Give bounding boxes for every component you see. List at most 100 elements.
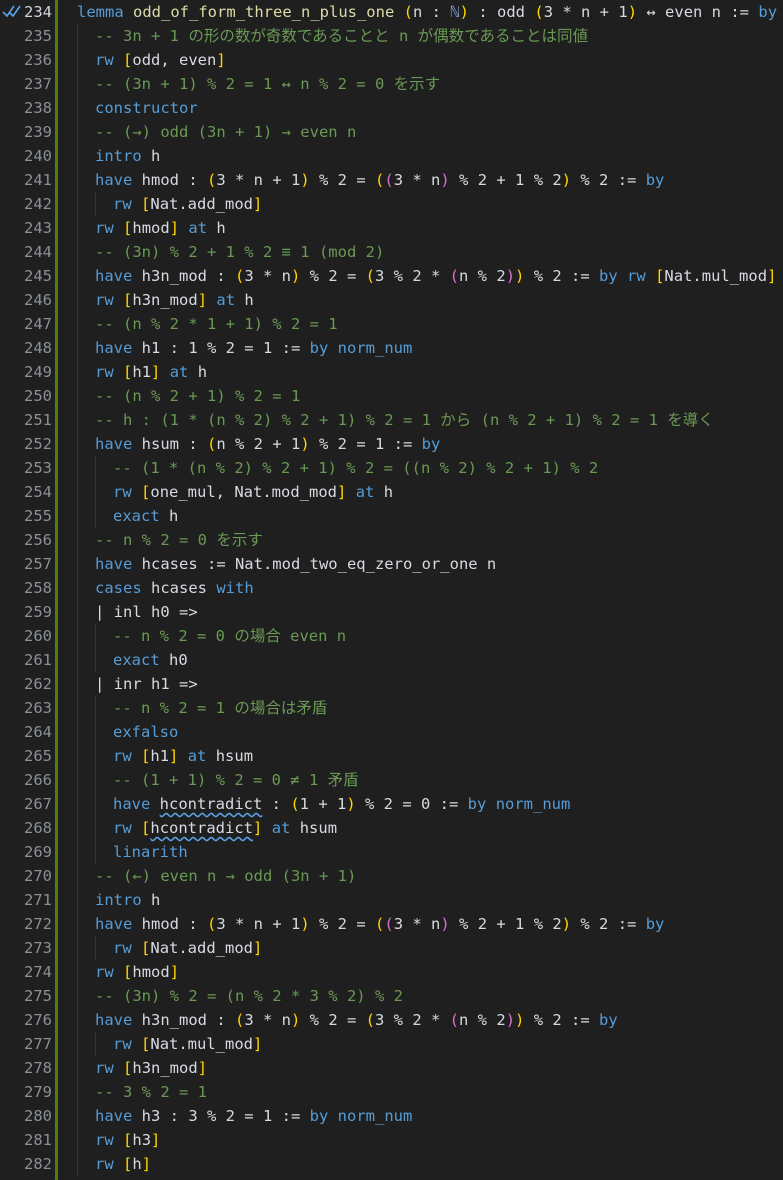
code-line[interactable]: 249 rw [h1] at h [0,360,783,384]
code-line[interactable]: 236 rw [odd, even] [0,48,783,72]
code-line[interactable]: 248 have h1 : 1 % 2 = 1 := by norm_num [0,336,783,360]
code-line[interactable]: 281 rw [h3] [0,1128,783,1152]
code-line[interactable]: 257 have hcases := Nat.mod_two_eq_zero_or… [0,552,783,576]
keyword-token: rw [113,939,132,957]
code-line[interactable]: 256 -- n % 2 = 0 を示す [0,528,783,552]
comment-token: -- (→) odd (3n + 1) → even n [95,123,357,141]
code-line[interactable]: 253 -- (1 * (n % 2) % 2 + 1) % 2 = ((n % … [0,456,783,480]
line-number: 250 [24,387,52,405]
code-line[interactable]: 276 have h3n_mod : (3 * n) % 2 = (3 % 2 *… [0,1008,783,1032]
code-line[interactable]: 277 rw [Nat.mul_mod] [0,1032,783,1056]
code-line[interactable]: 268 rw [hcontradict] at hsum [0,816,783,840]
keyword-token: by [599,1011,618,1029]
code-line[interactable]: 243 rw [hmod] at h [0,216,783,240]
code-line[interactable]: 259 | inl h0 => [0,600,783,624]
indent-guide [77,1008,78,1032]
code-line[interactable]: 279 -- 3 % 2 = 1 [0,1080,783,1104]
indent-guide [77,192,78,216]
code-editor[interactable]: 234 lemma odd_of_form_three_n_plus_one (n… [0,0,783,1180]
code-line[interactable]: 245 have h3n_mod : (3 * n) % 2 = (3 % 2 *… [0,264,783,288]
line-number: 252 [24,435,52,453]
code-line[interactable]: 252 have hsum : (n % 2 + 1) % 2 = 1 := by [0,432,783,456]
code-token: ( [365,1011,376,1029]
indent-guide [77,744,78,768]
code-line[interactable]: 275 -- (3n) % 2 = (n % 2 * 3 % 2) % 2 [0,984,783,1008]
code-token: ) [300,435,310,453]
code-line[interactable]: 271 intro h [0,888,783,912]
code-line[interactable]: 255 exact h [0,504,783,528]
code-token: 3 % 2 * [375,1011,450,1029]
code-line[interactable]: 273 rw [Nat.add_mod] [0,936,783,960]
keyword-token: rw [113,195,132,213]
code-line[interactable]: 235 -- 3n + 1 の形の数が奇数であることと n が偶数であることは同値 [0,24,783,48]
code-text: -- 3n + 1 の形の数が奇数であることと n が偶数であることは同値 [95,24,588,48]
keyword-token: at [216,291,236,309]
line-number: 253 [24,459,52,477]
code-line[interactable]: 260 -- n % 2 = 0 の場合 even n [0,624,783,648]
keyword-token: rw [95,963,114,981]
code-line[interactable]: 272 have hmod : (3 * n + 1) % 2 = ((3 * n… [0,912,783,936]
code-line[interactable]: 270 -- (←) even n → odd (3n + 1) [0,864,783,888]
code-token: ) [300,171,310,189]
code-text: intro h [95,144,160,168]
code-line[interactable]: 247 -- (n % 2 * 1 + 1) % 2 = 1 [0,312,783,336]
line-number: 261 [24,651,52,669]
code-line[interactable]: 240 intro h [0,144,783,168]
code-token: n % 2 [459,1011,506,1029]
code-line[interactable]: 241 have hmod : (3 * n + 1) % 2 = ((3 * n… [0,168,783,192]
indent-guide [77,240,78,264]
line-number: 268 [24,819,52,837]
code-line[interactable]: 239 -- (→) odd (3n + 1) → even n [0,120,783,144]
keyword-token: by [599,267,618,285]
keyword-token: have [95,1107,133,1125]
code-token: ] [169,963,180,981]
line-number: 245 [24,267,52,285]
code-line[interactable]: 237 -- (3n + 1) % 2 = 1 ↔ n % 2 = 0 を示す [0,72,783,96]
code-token: ( [234,267,245,285]
code-line[interactable]: 261 exact h0 [0,648,783,672]
code-line[interactable]: 282 rw [h] [0,1152,783,1176]
code-line[interactable]: 267 have hcontradict : (1 + 1) % 2 = 0 :=… [0,792,783,816]
keyword-token: rw [113,819,132,837]
code-text: have hsum : (n % 2 + 1) % 2 = 1 := by [95,432,440,456]
indent-guide [77,1032,78,1056]
code-token: ( [449,1011,460,1029]
code-token: Nat.add_mod [150,939,254,957]
code-line[interactable]: 262 | inr h1 => [0,672,783,696]
code-line[interactable]: 266 -- (1 + 1) % 2 = 0 ≠ 1 矛盾 [0,768,783,792]
code-line[interactable]: 238 constructor [0,96,783,120]
code-line[interactable]: 244 -- (3n) % 2 + 1 % 2 ≡ 1 (mod 2) [0,240,783,264]
code-line[interactable]: 265 rw [h1] at hsum [0,744,783,768]
line-number: 278 [24,1059,52,1077]
code-line[interactable]: 250 -- (n % 2 + 1) % 2 = 1 [0,384,783,408]
code-line[interactable]: 274 rw [hmod] [0,960,783,984]
indent-guide [77,216,78,240]
code-line[interactable]: 246 rw [h3n_mod] at h [0,288,783,312]
code-token: [ [141,1035,151,1053]
code-line[interactable]: 264 exfalso [0,720,783,744]
code-token: ↔ even n := [637,3,759,21]
indent-guide [77,672,78,696]
code-line[interactable]: 280 have h3 : 3 % 2 = 1 := by norm_num [0,1104,783,1128]
code-line[interactable]: 278 rw [h3n_mod] [0,1056,783,1080]
code-token: ] [197,291,208,309]
code-line[interactable]: 242 rw [Nat.add_mod] [0,192,783,216]
code-line[interactable]: 251 -- h : (1 * (n % 2) % 2 + 1) % 2 = 1 … [0,408,783,432]
code-token: 3 * n [244,267,291,285]
keyword-token: norm_num [337,339,413,357]
keyword-token: rw [95,363,114,381]
code-token: 1 + 1 [299,795,347,813]
code-line[interactable]: 269 linarith [0,840,783,864]
line-number: 256 [24,531,52,549]
code-line[interactable]: 254 rw [one_mul, Nat.mod_mod] at h [0,480,783,504]
code-line[interactable]: 263 -- n % 2 = 1 の場合は矛盾 [0,696,783,720]
code-token: ] [141,1155,152,1173]
code-line[interactable]: 258 cases hcases with [0,576,783,600]
line-number: 260 [24,627,52,645]
code-line[interactable]: 234 lemma odd_of_form_three_n_plus_one (n… [0,0,783,24]
code-token: [ [123,1155,133,1173]
